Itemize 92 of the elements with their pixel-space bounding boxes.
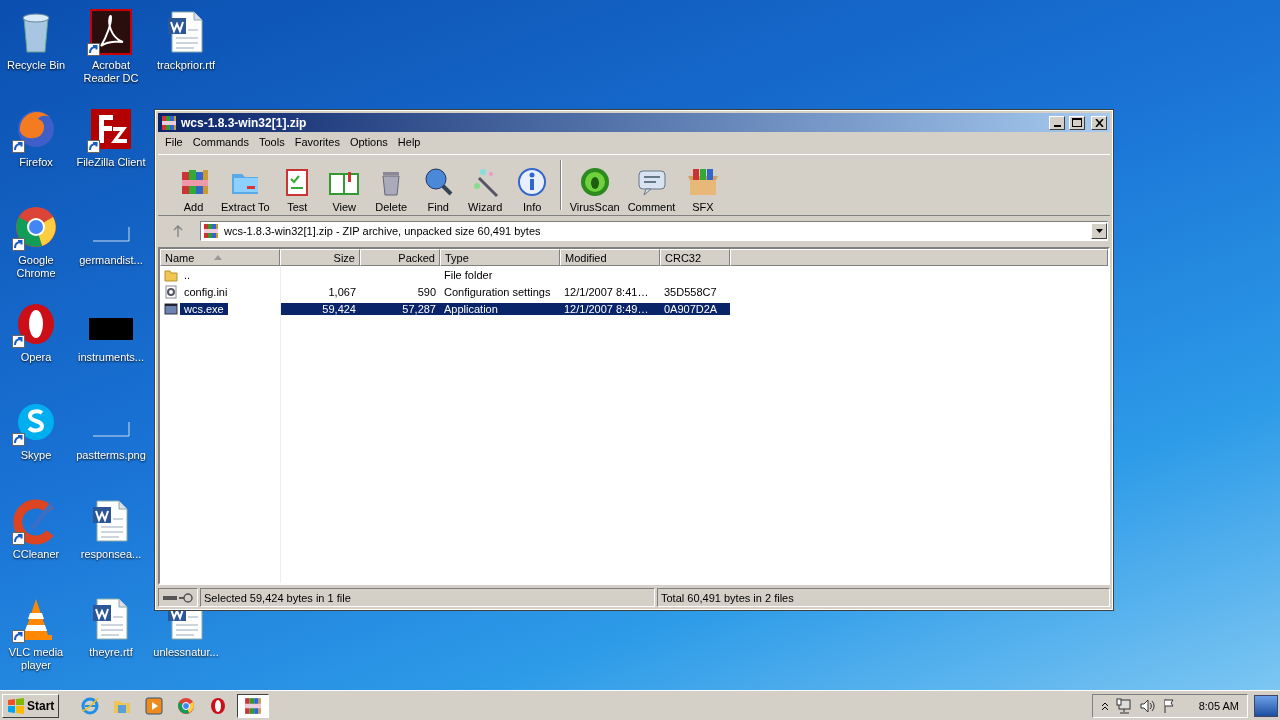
toolbar-button[interactable]: Find xyxy=(414,166,462,213)
box-icon xyxy=(685,166,720,198)
desktop-icon-label: FileZilla Client xyxy=(76,156,146,169)
table-cell: 12/1/2007 8:49… xyxy=(564,302,649,315)
desktop-icon-label: VLC media player xyxy=(7,646,65,672)
desktop-icon-label: trackprior.rtf xyxy=(156,59,216,72)
table-cell: 0A907D2A xyxy=(664,302,718,315)
table-cell: Application xyxy=(444,302,498,315)
desktop-icon-label: unlessnatur... xyxy=(153,646,219,659)
window-title: wcs-1.8.3-win32[1].zip xyxy=(181,115,308,130)
show-desktop-button[interactable] xyxy=(1254,695,1278,717)
desktop-icon-label: germandist... xyxy=(79,254,143,267)
file-name[interactable]: .. xyxy=(180,268,195,281)
table-cell: File folder xyxy=(444,268,493,281)
toolbar-button[interactable]: Delete xyxy=(367,166,415,213)
desktop-icon-label: Firefox xyxy=(19,156,53,169)
status-text: Selected 59,424 bytes in 1 file xyxy=(204,591,351,604)
pdf-app-icon[interactable] xyxy=(87,8,135,56)
desktop-icon-label: responsea... xyxy=(80,548,142,561)
table-cell: 35D558C7 xyxy=(664,285,717,298)
shortcut-arrow-icon xyxy=(12,335,25,348)
toolbar-button[interactable]: Add xyxy=(170,166,217,213)
shortcut-arrow-icon xyxy=(12,630,25,643)
table-cell: 1,067 xyxy=(328,285,356,298)
desktop-icon-label: Acrobat Reader DC xyxy=(82,59,140,85)
shortcut-arrow-icon xyxy=(87,140,100,153)
menu-item[interactable]: Tools xyxy=(254,136,290,148)
desktop-icon-label: Opera xyxy=(20,351,52,364)
taskbar-app-button[interactable] xyxy=(237,694,270,718)
toolbar-button[interactable]: View xyxy=(320,166,368,213)
column-header[interactable]: CRC32 xyxy=(660,249,730,266)
desktop-icon-label: theyre.rtf xyxy=(89,646,133,659)
table-cell: 57,287 xyxy=(402,302,436,315)
caret-icon xyxy=(1095,229,1103,233)
column-header[interactable]: Size xyxy=(280,249,360,266)
shortcut-arrow-icon xyxy=(12,238,25,251)
minimize-button[interactable] xyxy=(1049,115,1065,130)
chevron-icon[interactable] xyxy=(1100,701,1109,711)
up-arrow-icon xyxy=(173,225,183,237)
column-header[interactable]: Type xyxy=(440,249,560,266)
toolbar-button[interactable]: Comment xyxy=(623,166,680,213)
menu-item[interactable]: Help xyxy=(392,136,426,148)
status-text: Total 60,491 bytes in 2 files xyxy=(661,591,794,604)
desktop-icon-label: instruments... xyxy=(78,351,144,364)
file-name[interactable]: config.ini xyxy=(180,285,232,298)
desktop-icon-label: pastterms.png xyxy=(76,449,146,462)
archive-icon xyxy=(244,697,263,715)
desktop-icon-label: CCleaner xyxy=(12,548,60,561)
shortcut-arrow-icon xyxy=(12,532,25,545)
app-icon xyxy=(161,114,177,131)
desktop-icon-label: Recycle Bin xyxy=(6,59,66,72)
close-button[interactable] xyxy=(1091,115,1107,130)
table-cell: 12/1/2007 8:41… xyxy=(564,285,649,298)
shortcut-arrow-icon xyxy=(12,433,25,446)
menu-item[interactable]: Options xyxy=(344,136,393,148)
dropdown-button[interactable] xyxy=(1091,223,1107,239)
shortcut-arrow-icon xyxy=(12,140,25,153)
column-header[interactable]: Name xyxy=(160,249,280,266)
clock[interactable]: 8:05 AM xyxy=(1198,700,1239,712)
column-header[interactable]: Packed xyxy=(360,249,440,266)
speaker-icon[interactable] xyxy=(1138,698,1155,714)
table-cell: Configuration settings xyxy=(444,285,551,298)
shortcut-arrow-icon xyxy=(87,43,100,56)
column-header[interactable]: Modified xyxy=(560,249,660,266)
archive-icon xyxy=(203,223,219,239)
toolbar-button[interactable]: SFX xyxy=(679,166,727,213)
gear-icon xyxy=(164,284,178,299)
start-button[interactable]: Start xyxy=(2,694,60,718)
desktop-icon-label: Skype xyxy=(20,449,52,462)
toolbar-button[interactable]: Wizard xyxy=(461,166,509,213)
close-icon xyxy=(1094,118,1104,127)
toolbar-button[interactable]: Test xyxy=(273,166,321,213)
minimize-icon xyxy=(1053,124,1061,127)
table-cell: 590 xyxy=(417,285,436,298)
address-field[interactable]: wcs-1.8.3-win32[1].zip - ZIP archive, unpacked size 60,491 bytes xyxy=(200,221,1108,241)
drive-key-icon xyxy=(162,592,194,603)
network-icon[interactable] xyxy=(1115,698,1132,714)
window-icon xyxy=(164,301,178,316)
maximize-icon xyxy=(1072,118,1082,127)
menu-item[interactable]: File xyxy=(160,136,188,148)
menu-item[interactable]: Commands xyxy=(187,136,254,148)
maximize-button[interactable] xyxy=(1069,115,1085,130)
desktop-icon-label: Google Chrome xyxy=(15,254,57,280)
table-cell: 59,424 xyxy=(322,302,356,315)
sort-arrow-icon xyxy=(214,255,223,260)
windows-logo-icon xyxy=(7,698,25,714)
toolbar-button[interactable]: Info xyxy=(508,166,556,213)
toolbar-button[interactable]: Extract To xyxy=(217,166,274,213)
menu-item[interactable]: Favorites xyxy=(289,136,345,148)
toolbar-button[interactable]: VirusScan xyxy=(565,166,624,213)
file-name[interactable]: wcs.exe xyxy=(180,302,228,315)
folder-icon xyxy=(164,267,178,282)
